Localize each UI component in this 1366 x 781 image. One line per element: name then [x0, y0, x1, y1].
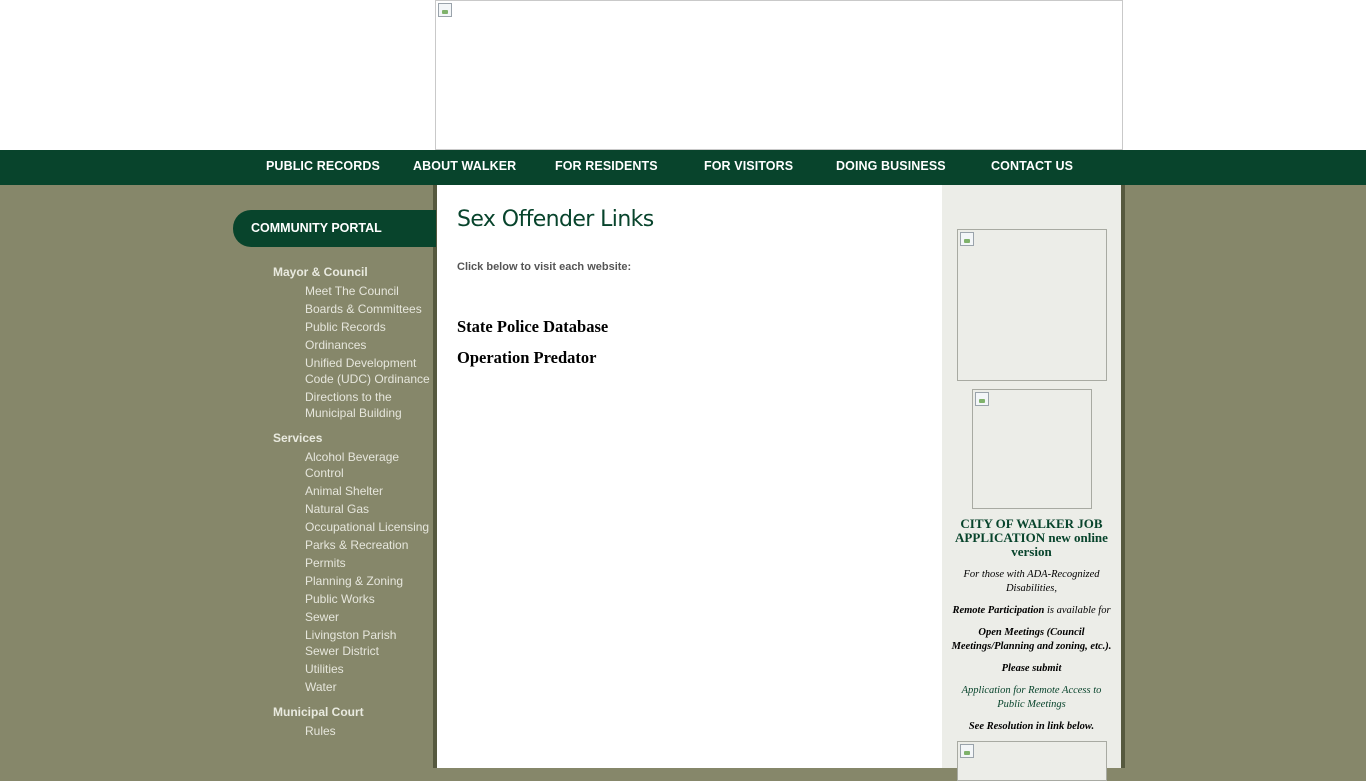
sidebar-link[interactable]: Sewer	[233, 608, 433, 626]
sidebar-link[interactable]: Public Records	[233, 318, 433, 336]
nav-for-visitors[interactable]: FOR VISITORS	[704, 150, 793, 185]
broken-image-icon	[975, 392, 989, 406]
promo-image-1[interactable]	[957, 229, 1107, 381]
sidebar-section-municipal-court: Municipal Court Rules	[233, 702, 433, 740]
sidebar-link[interactable]: Animal Shelter	[233, 482, 433, 500]
sidebar-nav: Mayor & Council Meet The Council Boards …	[233, 262, 433, 746]
nav-about-walker[interactable]: ABOUT WALKER	[413, 150, 516, 185]
sidebar-link[interactable]: Public Works	[233, 590, 433, 608]
sidebar-link[interactable]: Unified Development Code (UDC) Ordinance	[233, 354, 433, 388]
state-police-database-link[interactable]: State Police Database	[457, 317, 608, 337]
nav-public-records[interactable]: PUBLIC RECORDS	[266, 150, 380, 185]
header-band	[0, 0, 1366, 150]
page-title: Sex Offender Links	[457, 207, 654, 232]
header-banner-image[interactable]	[435, 0, 1123, 150]
sidebar-link[interactable]: Utilities	[233, 660, 433, 678]
sidebar-link[interactable]: Parks & Recreation	[233, 536, 433, 554]
sidebar-link[interactable]: Occupational Licensing	[233, 518, 433, 536]
open-meetings-note: Open Meetings (Council Meetings/Planning…	[951, 627, 1112, 652]
sidebar-link[interactable]: Rules	[233, 722, 433, 740]
please-submit-note: Please submit	[1001, 663, 1062, 674]
remote-participation-bold: Remote Participation	[952, 605, 1045, 616]
broken-image-icon	[960, 744, 974, 758]
sidebar-heading[interactable]: Municipal Court	[233, 702, 433, 722]
sidebar-section-mayor-council: Mayor & Council Meet The Council Boards …	[233, 262, 433, 422]
sidebar-link[interactable]: Water	[233, 678, 433, 696]
sidebar-link[interactable]: Permits	[233, 554, 433, 572]
main-navbar: PUBLIC RECORDS ABOUT WALKER FOR RESIDENT…	[0, 150, 1366, 185]
sidebar-section-services: Services Alcohol Beverage Control Animal…	[233, 428, 433, 696]
nav-doing-business[interactable]: DOING BUSINESS	[836, 150, 946, 185]
main-content: Sex Offender Links Click below to visit …	[437, 185, 942, 768]
nav-contact-us[interactable]: CONTACT US	[991, 150, 1073, 185]
promo-image-3[interactable]	[957, 741, 1107, 781]
nav-for-residents[interactable]: FOR RESIDENTS	[555, 150, 658, 185]
broken-image-icon	[960, 232, 974, 246]
sidebar-link[interactable]: Livingston Parish Sewer District	[233, 626, 433, 660]
intro-text: Click below to visit each website:	[457, 261, 632, 273]
operation-predator-link[interactable]: Operation Predator	[457, 348, 596, 368]
community-portal-header: COMMUNITY PORTAL	[233, 210, 436, 247]
right-column: CITY OF WALKER JOB APPLICATION new onlin…	[942, 185, 1121, 781]
sidebar-heading[interactable]: Services	[233, 428, 433, 448]
job-application-link[interactable]: CITY OF WALKER JOB APPLICATION new onlin…	[942, 517, 1121, 559]
remote-participation-note: Remote Participation is available for	[942, 604, 1121, 618]
sidebar-link[interactable]: Natural Gas	[233, 500, 433, 518]
promo-image-2[interactable]	[972, 389, 1092, 509]
sidebar-link[interactable]: Directions to the Municipal Building	[233, 388, 433, 422]
sidebar-heading[interactable]: Mayor & Council	[233, 262, 433, 282]
sidebar-link[interactable]: Planning & Zoning	[233, 572, 433, 590]
remote-access-application-link[interactable]: Application for Remote Access to Public …	[942, 684, 1121, 712]
sidebar-link[interactable]: Ordinances	[233, 336, 433, 354]
sidebar-link[interactable]: Alcohol Beverage Control	[233, 448, 433, 482]
sidebar-link[interactable]: Meet The Council	[233, 282, 433, 300]
broken-image-icon	[438, 3, 452, 17]
remote-participation-rest: is available for	[1046, 605, 1111, 616]
sidebar-link[interactable]: Boards & Committees	[233, 300, 433, 318]
resolution-note: See Resolution in link below.	[968, 721, 1095, 732]
ada-note: For those with ADA-Recognized Disabiliti…	[963, 569, 1100, 594]
